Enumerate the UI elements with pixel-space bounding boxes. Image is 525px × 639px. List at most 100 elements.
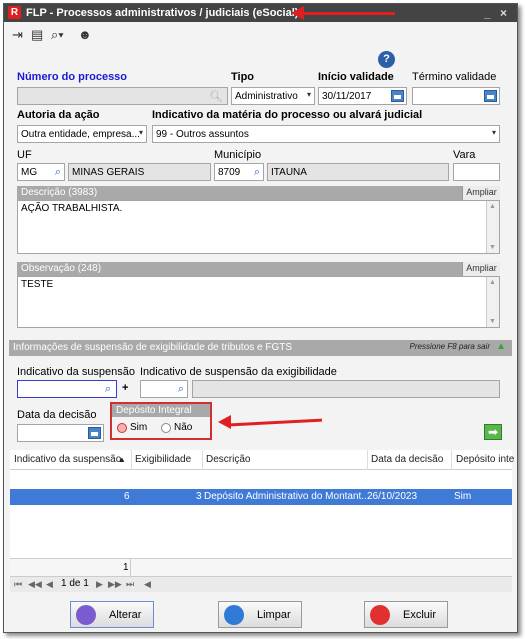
descricao-textarea[interactable]: AÇÃO TRABALHISTA. ▲ ▼ [17,200,500,254]
scrollbar[interactable]: ▲ ▼ [486,277,499,327]
tipo-select[interactable]: Administrativo ▾ [231,87,315,105]
title-annotation-arrow-line [303,12,395,15]
sim-label: Sim [130,422,148,433]
indicativo-materia-select[interactable]: 99 - Outros assuntos ▾ [152,125,500,143]
sort-asc-icon[interactable]: ▲ [118,455,126,464]
vara-input[interactable] [453,163,500,181]
scroll-left-icon[interactable]: ◀ [144,579,151,590]
grid-navigator: ⏮︎ ◀◀ ◀ 1 de 1 ▶ ▶▶ ⏭︎ ◀ [10,576,512,592]
help-book-icon[interactable]: ? [378,51,395,68]
indicativo-materia-label: Indicativo da matéria do processo ou alv… [152,109,423,121]
prev-page-icon[interactable]: ◀◀ [28,579,42,590]
search-icon[interactable]: ⌕ [254,166,260,179]
delete-icon [370,605,390,625]
annotation-arrow-head [218,415,231,429]
add-icon[interactable]: + [122,382,128,394]
scrollbar[interactable]: ▲ ▼ [486,201,499,253]
f8-hint: Pressione F8 para sair [409,342,490,351]
col-indicativo[interactable]: Indicativo da suspensão [14,454,121,465]
grid-body: 6 3 Depósito Administrativo do Montant..… [10,470,512,558]
toolbar: ⇥ ▤ ⌕▾ ☻ [4,22,517,48]
search-icon[interactable]: ⌕▾ [51,27,64,43]
calendar-icon[interactable] [484,90,497,102]
title-bar: R FLP - Processos administrativos / judi… [4,4,517,22]
termino-validade-input[interactable] [412,87,500,105]
municipio-name-display: ITAUNA [267,163,449,181]
exit-icon[interactable]: ⇥ [12,27,23,43]
cell-deposito: Sim [454,491,472,502]
calendar-icon[interactable] [88,427,101,439]
confirm-arrow-button[interactable]: ➡︎ [484,424,502,440]
sim-radio[interactable] [117,423,127,433]
termino-validade-label: Término validade [412,71,497,83]
numero-processo-input[interactable]: 🔍︎ [17,87,228,105]
table-row[interactable]: 6 3 Depósito Administrativo do Montant..… [10,489,512,505]
close-button[interactable]: × [500,6,507,20]
deposito-integral-label: Depósito Integral [112,404,210,417]
search-icon[interactable]: ⌕ [178,383,184,396]
cell-exigibilidade: 3 [196,491,202,502]
autoria-label: Autoria da ação [17,109,100,121]
window-title: FLP - Processos administrativos / judici… [26,7,299,19]
col-descricao[interactable]: Descrição [206,454,250,465]
user-icon[interactable]: ☻ [78,27,92,42]
indicativo-exigibilidade-display [192,380,500,398]
grid-header: Indicativo da suspensão ▲ Exigibilidade … [10,450,514,470]
indicativo-suspensao-input[interactable]: ⌕ [17,380,117,398]
last-page-icon[interactable]: ⏭︎ [126,579,134,590]
observacao-header: Observação (248) Ampliar [17,262,500,276]
col-deposito[interactable]: Depósito inte [456,454,514,465]
cell-descricao: Depósito Administrativo do Montant... [204,491,370,502]
calendar-icon[interactable] [391,90,404,102]
chevron-down-icon: ▾ [306,90,311,99]
descricao-header: Descrição (3983) Ampliar [17,186,500,200]
data-decisao-label: Data da decisão [17,409,97,421]
scroll-down-icon: ▼ [489,244,496,251]
numero-processo-label: Número do processo [17,71,128,83]
municipio-code-input[interactable]: 8709 ⌕ [214,163,264,181]
col-exigibilidade[interactable]: Exigibilidade [135,454,191,465]
next-icon[interactable]: ▶ [96,579,103,590]
inicio-validade-input[interactable]: 30/11/2017 [318,87,407,105]
inicio-validade-label: Início validade [318,71,394,83]
data-decisao-input[interactable] [17,424,104,442]
indicativo-exigibilidade-label: Indicativo de suspensão da exigibilidade [140,366,337,378]
search-icon[interactable]: 🔍︎ [209,90,223,103]
nao-radio[interactable] [161,423,171,433]
autoria-select[interactable]: Outra entidade, empresa... ▾ [17,125,147,143]
alterar-button[interactable]: Alterar [70,601,154,628]
next-page-icon[interactable]: ▶▶ [108,579,122,590]
collapse-up-icon[interactable]: ▲ [496,341,506,352]
municipio-label: Município [214,149,262,161]
chevron-down-icon: ▾ [491,128,496,137]
search-icon[interactable]: ⌕ [105,383,111,396]
clear-icon [224,605,244,625]
deposito-integral-group: Depósito Integral Sim Não [110,402,212,440]
scroll-down-icon: ▼ [489,318,496,325]
ampliar-descricao-button[interactable]: Ampliar [462,186,500,200]
title-annotation-arrow-head [291,6,304,20]
prev-icon[interactable]: ◀ [46,579,53,590]
indicativo-exigibilidade-input[interactable]: ⌕ [140,380,188,398]
uf-input[interactable]: MG ⌕ [17,163,65,181]
grid-footer: 1 [10,558,512,576]
nao-label: Não [174,422,193,433]
indicativo-suspensao-label: Indicativo da suspensão [17,366,136,378]
observacao-textarea[interactable]: TESTE ▲ ▼ [17,276,500,328]
search-icon[interactable]: ⌕ [55,166,61,179]
ampliar-observacao-button[interactable]: Ampliar [462,262,500,276]
limpar-button[interactable]: Limpar [218,601,302,628]
page-indicator: 1 de 1 [61,578,89,589]
col-data-decisao[interactable]: Data da decisão [371,454,443,465]
app-logo-icon: R [8,6,21,19]
window-frame: R FLP - Processos administrativos / judi… [3,3,518,633]
row-count: 1 [123,562,129,573]
tipo-label: Tipo [231,71,255,83]
minimize-button[interactable]: _ [484,6,491,20]
uf-label: UF [17,149,32,161]
descricao-label: Descrição (3983) [21,187,98,198]
suspensao-section-header: Informações de suspensão de exigibilidad… [9,340,512,356]
excluir-button[interactable]: Excluir [364,601,448,628]
first-page-icon[interactable]: ⏮︎ [14,579,22,590]
screen-icon[interactable]: ▤ [31,27,43,43]
